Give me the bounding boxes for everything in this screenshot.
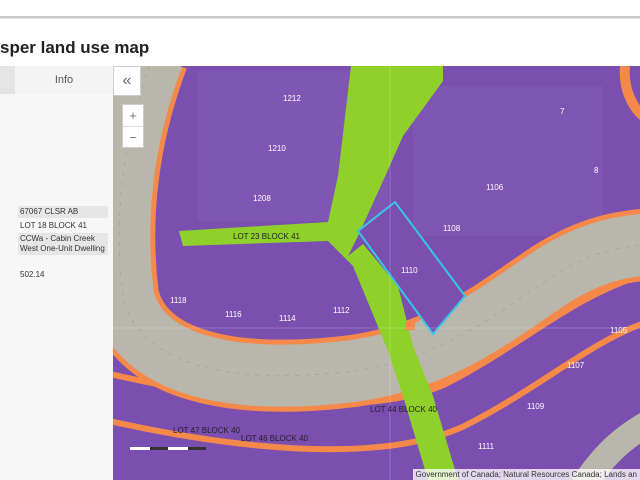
zoom-in-button[interactable]: + [123, 105, 143, 126]
attribute-value: LOT 18 BLOCK 41 [20, 221, 87, 230]
lot-number: 8 [594, 166, 599, 175]
lot-number: 1114 [279, 314, 296, 323]
lot-number: 1118 [170, 296, 187, 305]
map-view[interactable]: 1212 7 1210 8 1106 1208 1108 1110 1118 1… [113, 66, 640, 480]
lot-number: 1210 [268, 144, 286, 153]
lot-marker [405, 322, 415, 330]
lot-number: 1108 [443, 224, 461, 233]
attribute-value: 502.14 [20, 270, 45, 279]
side-panel: Info 67067 CLSR AB LOT 18 BLOCK 41 CCWa … [0, 66, 114, 480]
lot-block-label: LOT 47 BLOCK 40 [173, 426, 240, 435]
double-chevron-left-icon: « [122, 72, 132, 89]
lot-number: 1106 [486, 183, 504, 192]
lot-number: 1112 [333, 306, 350, 315]
attribute-panel: 67067 CLSR AB LOT 18 BLOCK 41 CCWa - Cab… [0, 94, 113, 480]
attribute-value: CCWa - Cabin Creek West One-Unit Dwellin… [18, 233, 108, 255]
lot-block-label: LOT 44 BLOCK 40 [370, 405, 437, 414]
lot-number: 1116 [225, 310, 242, 319]
lot-parcel [413, 86, 603, 236]
lot-number: 1212 [283, 94, 301, 103]
scale-bar [130, 447, 208, 452]
zoom-out-button[interactable]: − [123, 126, 143, 148]
lot-number: 1111 [478, 442, 495, 451]
lot-number: 1208 [253, 194, 271, 203]
lot-number: 7 [560, 107, 565, 116]
lot-number: 1109 [527, 402, 545, 411]
lot-block-label: LOT 23 BLOCK 41 [233, 232, 300, 241]
top-bar-divider [0, 16, 640, 18]
lot-block-label: LOT 46 BLOCK 40 [241, 434, 308, 443]
tab-legend[interactable] [0, 66, 15, 94]
zoom-control: + − [122, 104, 144, 148]
lot-number: 1105 [610, 326, 628, 335]
tab-info[interactable]: Info [15, 66, 113, 94]
map-attribution: Government of Canada; Natural Resources … [412, 469, 640, 480]
lot-number: 1107 [567, 361, 585, 370]
page-title: sper land use map [0, 38, 150, 57]
attribute-value: 67067 CLSR AB [18, 206, 108, 218]
lot-number: 1110 [401, 266, 418, 275]
collapse-panel-button[interactable]: « [113, 66, 141, 96]
map-canvas[interactable] [113, 66, 640, 480]
